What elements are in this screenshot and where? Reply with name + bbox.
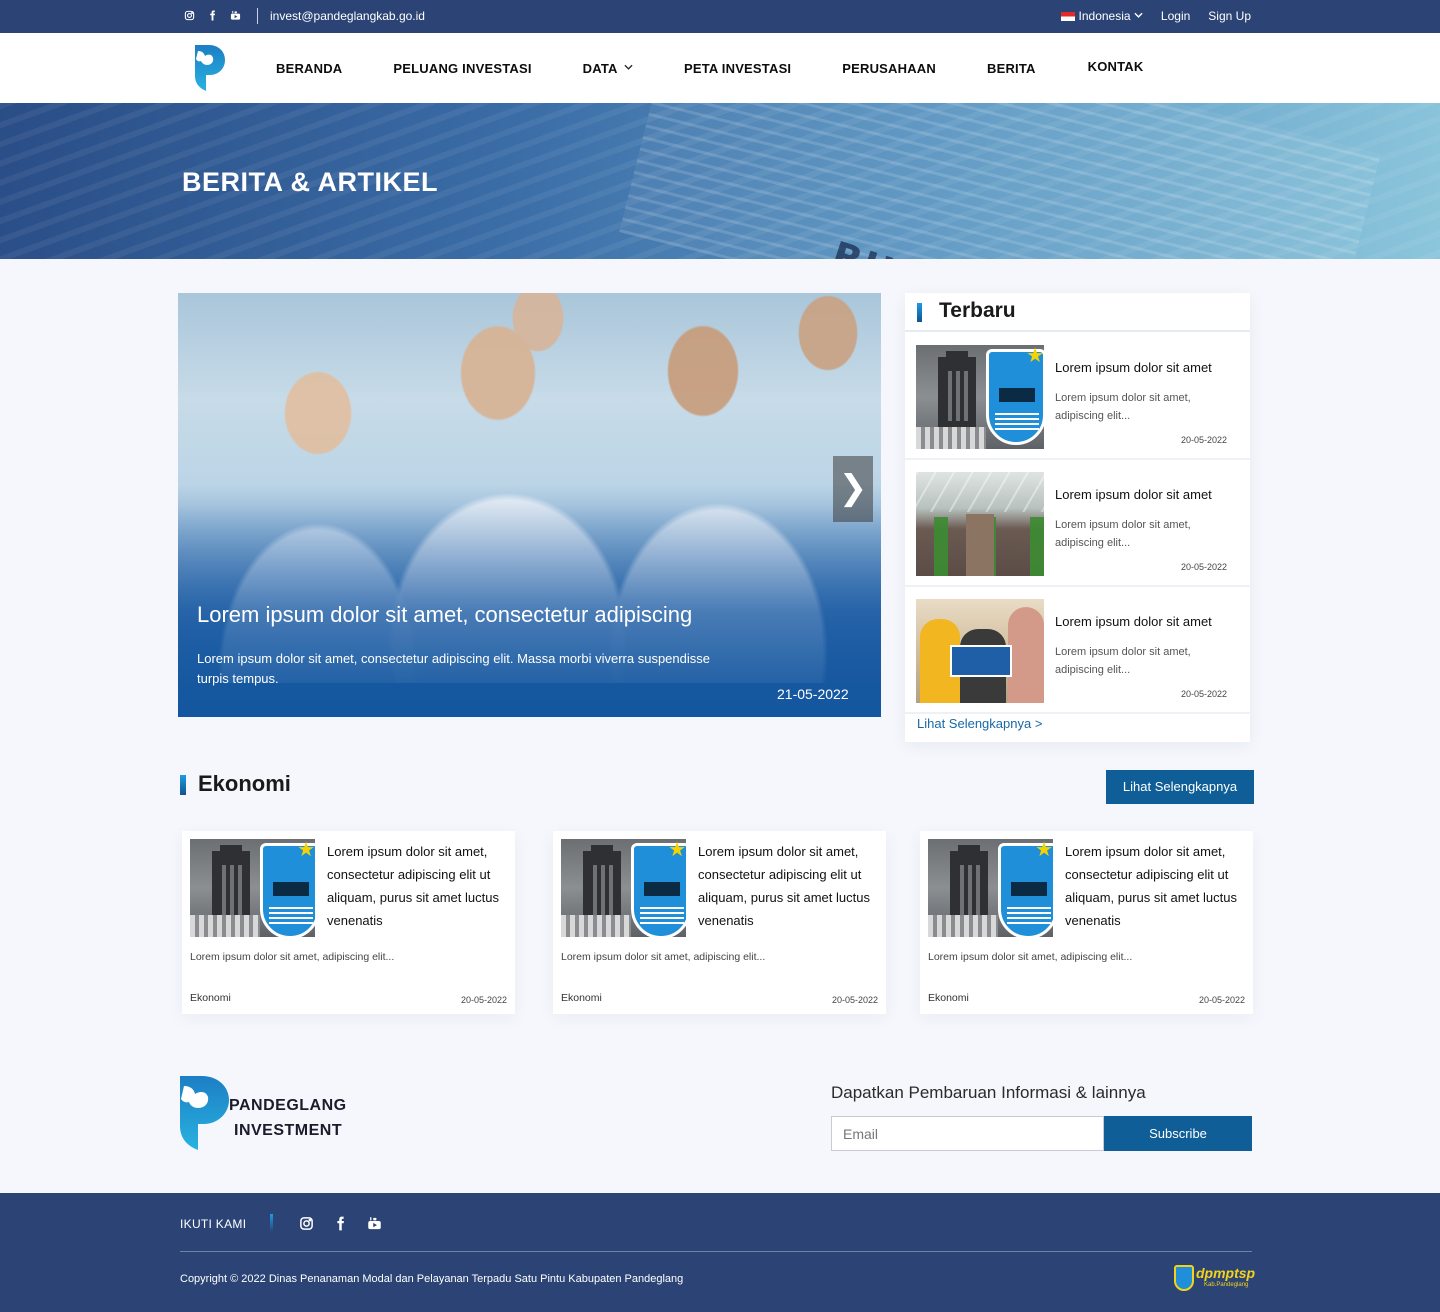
latest-item-excerpt: Lorem ipsum dolor sit amet, adipiscing e… [1055, 392, 1191, 422]
signup-link[interactable]: Sign Up [1208, 9, 1251, 23]
news-thumbnail[interactable] [916, 599, 1044, 703]
latest-item[interactable]: Lorem ipsum dolor sit amet Lorem ipsum d… [905, 588, 1250, 714]
section-accent-bar [917, 303, 922, 322]
ekonomi-heading: Ekonomi [198, 771, 291, 796]
nav-perusahaan[interactable]: PERUSAHAAN [842, 61, 936, 76]
instagram-icon[interactable] [299, 1216, 314, 1236]
dpmptsp-logo[interactable]: dpmptsp Kab.Pandeglang [1174, 1265, 1256, 1293]
latest-item-date: 20-05-2022 [1181, 689, 1228, 699]
page-hero-banner: BUSINESS BERITA & ARTIKEL [0, 103, 1440, 259]
dpmptsp-wordmark: dpmptsp [1196, 1265, 1256, 1281]
copyright-text: Copyright © 2022 Dinas Penanaman Modal d… [180, 1273, 684, 1285]
youtube-icon[interactable] [230, 10, 241, 21]
main-nav: BERANDA PELUANG INVESTASI DATA PETA INVE… [276, 59, 1144, 76]
top-bar: invest@pandeglangkab.go.id Indonesia Log… [0, 0, 1440, 33]
contact-email[interactable]: invest@pandeglangkab.go.id [270, 9, 425, 23]
news-card-title[interactable]: Lorem ipsum dolor sit amet, consectetur … [1065, 840, 1245, 932]
nav-peluang-investasi[interactable]: PELUANG INVESTASI [393, 61, 531, 76]
featured-news-slider[interactable]: ❯ Lorem ipsum dolor sit amet, consectetu… [178, 293, 881, 717]
news-thumbnail[interactable] [916, 472, 1044, 576]
facebook-icon[interactable] [207, 10, 218, 21]
news-card-excerpt: Lorem ipsum dolor sit amet, adipiscing e… [190, 951, 395, 963]
news-thumbnail[interactable]: ★ [190, 839, 315, 937]
footer-social-links [299, 1216, 382, 1236]
footer-brand-name: PANDEGLANG INVESTMENT [229, 1093, 347, 1143]
news-card-date: 20-05-2022 [460, 995, 507, 1005]
news-card-title[interactable]: Lorem ipsum dolor sit amet, consectetur … [698, 840, 878, 932]
news-thumbnail[interactable]: ★ [928, 839, 1053, 937]
subscribe-heading: Dapatkan Pembaruan Informasi & lainnya [831, 1083, 1146, 1102]
nav-berita[interactable]: BERITA [987, 61, 1036, 76]
nav-data-label: DATA [582, 61, 618, 76]
brand-line-1: PANDEGLANG [229, 1097, 347, 1114]
top-right-menu: Indonesia Login Sign Up [1060, 9, 1251, 23]
slider-next-button[interactable]: ❯ [833, 456, 873, 522]
language-label: Indonesia [1078, 9, 1131, 23]
featured-date: 21-05-2022 [777, 686, 849, 702]
latest-header: Terbaru [905, 293, 1250, 332]
main-header: BERANDA PELUANG INVESTASI DATA PETA INVE… [0, 33, 1440, 103]
news-card-excerpt: Lorem ipsum dolor sit amet, adipiscing e… [561, 951, 766, 963]
nav-kontak[interactable]: KONTAK [1088, 59, 1144, 74]
section-accent-bar [180, 775, 186, 795]
chevron-down-icon [624, 64, 633, 70]
latest-see-more-link[interactable]: Lihat Selengkapnya > [917, 716, 1042, 731]
news-thumbnail[interactable]: ★ [916, 345, 1044, 449]
page-title: BERITA & ARTIKEL [182, 167, 438, 197]
brand-line-2: INVESTMENT [234, 1122, 343, 1139]
follow-us-label: IKUTI KAMI [180, 1217, 247, 1231]
instagram-icon[interactable] [184, 10, 195, 21]
news-card[interactable]: ★ Lorem ipsum dolor sit amet, consectetu… [920, 831, 1253, 1014]
ekonomi-see-more-button[interactable]: Lihat Selengkapnya [1106, 770, 1254, 804]
latest-item[interactable]: Lorem ipsum dolor sit amet Lorem ipsum d… [905, 461, 1250, 587]
footer-divider [180, 1251, 1252, 1252]
login-link[interactable]: Login [1161, 9, 1190, 23]
hero-newspaper-graphic [619, 103, 1381, 259]
language-selector[interactable]: Indonesia [1060, 9, 1143, 23]
subscribe-button[interactable]: Subscribe [1104, 1116, 1252, 1151]
news-card-title[interactable]: Lorem ipsum dolor sit amet, consectetur … [327, 840, 507, 932]
featured-title[interactable]: Lorem ipsum dolor sit amet, consectetur … [197, 602, 692, 628]
latest-item[interactable]: ★ Lorem ipsum dolor sit amet Lorem ipsum… [905, 334, 1250, 460]
top-divider [257, 8, 258, 24]
subscribe-email-input[interactable] [831, 1116, 1104, 1151]
featured-description: Lorem ipsum dolor sit amet, consectetur … [197, 651, 710, 686]
latest-item-title[interactable]: Lorem ipsum dolor sit amet [1055, 360, 1212, 375]
nav-peta-investasi[interactable]: PETA INVESTASI [684, 61, 791, 76]
news-card-date: 20-05-2022 [1198, 995, 1245, 1005]
indonesia-flag-icon [1060, 12, 1075, 21]
news-card-date: 20-05-2022 [831, 995, 878, 1005]
latest-item-title[interactable]: Lorem ipsum dolor sit amet [1055, 614, 1212, 629]
dpmptsp-subtitle: Kab.Pandeglang [1204, 1282, 1249, 1288]
latest-item-excerpt: Lorem ipsum dolor sit amet, adipiscing e… [1055, 519, 1191, 549]
site-logo[interactable] [194, 45, 226, 91]
top-social-links [184, 10, 241, 21]
latest-news-panel: Terbaru ★ Lorem ipsum dolor sit amet Lor… [905, 293, 1250, 742]
latest-heading: Terbaru [939, 299, 1016, 322]
footer-accent-bar [270, 1214, 273, 1232]
news-card[interactable]: ★ Lorem ipsum dolor sit amet, consectetu… [182, 831, 515, 1014]
news-card-category: Ekonomi [561, 992, 602, 1004]
news-card[interactable]: ★ Lorem ipsum dolor sit amet, consectetu… [553, 831, 886, 1014]
latest-item-title[interactable]: Lorem ipsum dolor sit amet [1055, 487, 1212, 502]
nav-data[interactable]: DATA [583, 61, 633, 76]
latest-item-date: 20-05-2022 [1181, 435, 1228, 445]
chevron-down-icon [1134, 12, 1143, 18]
news-card-category: Ekonomi [190, 992, 231, 1004]
facebook-icon[interactable] [333, 1216, 348, 1236]
news-thumbnail[interactable]: ★ [561, 839, 686, 937]
latest-item-date: 20-05-2022 [1181, 562, 1228, 572]
latest-item-excerpt: Lorem ipsum dolor sit amet, adipiscing e… [1055, 646, 1191, 676]
news-card-category: Ekonomi [928, 992, 969, 1004]
crest-icon [1174, 1265, 1194, 1291]
news-card-excerpt: Lorem ipsum dolor sit amet, adipiscing e… [928, 951, 1133, 963]
site-footer: IKUTI KAMI Copyright © 2022 Dinas Penana… [0, 1193, 1440, 1312]
footer-logo-mark [180, 1076, 229, 1150]
nav-beranda[interactable]: BERANDA [276, 61, 342, 76]
youtube-icon[interactable] [367, 1216, 382, 1236]
